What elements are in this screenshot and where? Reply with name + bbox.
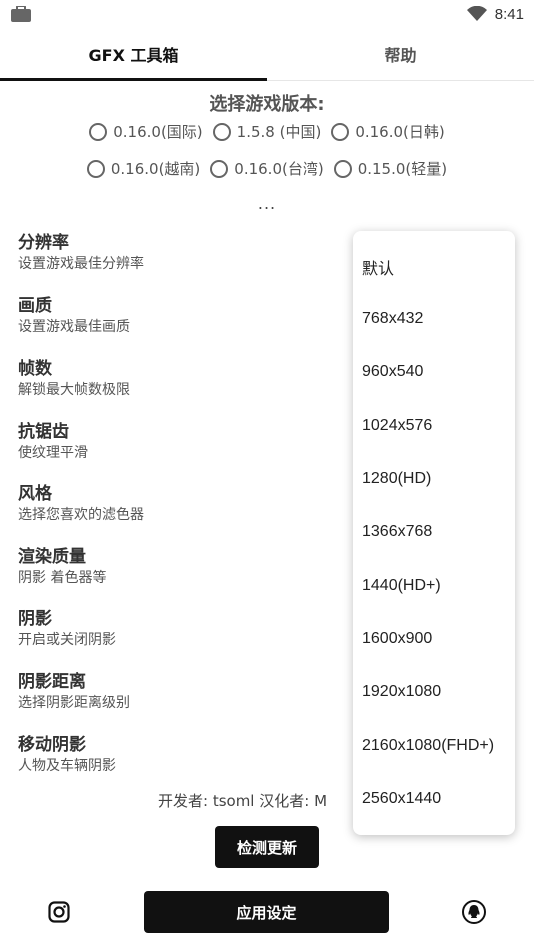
instagram-icon[interactable] xyxy=(48,901,70,923)
check-update-button[interactable]: 检测更新 xyxy=(215,826,319,868)
resolution-option-1366x768[interactable]: 1366x768 xyxy=(362,523,432,541)
radio-circle-icon xyxy=(212,122,231,141)
setting-desc: 设置游戏最佳画质 xyxy=(18,319,130,335)
version-option-taiwan[interactable]: 0.16.0(台湾) xyxy=(210,158,324,179)
setting-title: 移动阴影 xyxy=(18,735,86,755)
resolution-option-1440-hd-plus[interactable]: 1440(HD+) xyxy=(362,577,441,595)
version-option-global[interactable]: 0.16.0(国际) xyxy=(89,121,203,142)
setting-title: 抗锯齿 xyxy=(18,422,69,442)
setting-desc: 使纹理平滑 xyxy=(18,445,88,461)
version-radio-row-1: 0.16.0(国际) 1.5.8 (中国) 0.16.0(日韩) xyxy=(0,121,534,142)
setting-desc: 选择阴影距离级别 xyxy=(18,695,130,711)
resolution-option-960x540[interactable]: 960x540 xyxy=(362,363,423,381)
setting-desc: 人物及车辆阴影 xyxy=(18,758,116,774)
radio-circle-icon xyxy=(333,159,352,178)
briefcase-icon xyxy=(11,6,31,22)
resolution-option-2160x1080-fhd-plus[interactable]: 2160x1080(FHD+) xyxy=(362,737,494,755)
resolution-option-768x432[interactable]: 768x432 xyxy=(362,310,423,328)
setting-desc: 开启或关闭阴影 xyxy=(18,632,116,648)
setting-shadows[interactable]: 阴影 开启或关闭阴影 xyxy=(18,608,348,650)
wifi-icon xyxy=(466,6,487,21)
setting-title: 画质 xyxy=(18,296,52,316)
resolution-option-2560x1440[interactable]: 2560x1440 xyxy=(362,790,441,808)
setting-antialiasing[interactable]: 抗锯齿 使纹理平滑 xyxy=(18,421,348,463)
setting-title: 渲染质量 xyxy=(18,547,86,567)
setting-title: 分辨率 xyxy=(18,233,69,253)
resolution-option-1920x1080[interactable]: 1920x1080 xyxy=(362,683,441,701)
setting-title: 风格 xyxy=(18,484,52,504)
radio-circle-icon xyxy=(89,122,108,141)
version-option-japan-korea[interactable]: 0.16.0(日韩) xyxy=(331,121,445,142)
qq-icon[interactable] xyxy=(462,900,486,924)
resolution-option-default[interactable]: 默认 xyxy=(362,255,394,279)
setting-moving-shadows[interactable]: 移动阴影 人物及车辆阴影 xyxy=(18,734,348,776)
version-option-vietnam[interactable]: 0.16.0(越南) xyxy=(86,158,200,179)
setting-fps[interactable]: 帧数 解锁最大帧数极限 xyxy=(18,358,348,400)
version-radio-row-2: 0.16.0(越南) 0.16.0(台湾) 0.15.0(轻量) xyxy=(0,158,534,179)
radio-circle-icon xyxy=(210,159,229,178)
setting-resolution[interactable]: 分辨率 设置游戏最佳分辨率 xyxy=(18,232,348,274)
setting-desc: 选择您喜欢的滤色器 xyxy=(18,507,144,523)
setting-title: 帧数 xyxy=(18,359,52,379)
setting-shadow-distance[interactable]: 阴影距离 选择阴影距离级别 xyxy=(18,671,348,713)
version-option-lite[interactable]: 0.15.0(轻量) xyxy=(333,158,447,179)
setting-render-quality[interactable]: 渲染质量 阴影 着色器等 xyxy=(18,546,348,588)
setting-style[interactable]: 风格 选择您喜欢的滤色器 xyxy=(18,483,348,525)
resolution-dropdown-menu: 默认 768x432 960x540 1024x576 1280(HD) 136… xyxy=(353,231,515,835)
tab-gfx-toolbox[interactable]: GFX 工具箱 xyxy=(0,28,267,80)
setting-title: 阴影 xyxy=(18,609,52,629)
tab-help[interactable]: 帮助 xyxy=(267,28,534,80)
setting-graphics[interactable]: 画质 设置游戏最佳画质 xyxy=(18,295,348,337)
tab-indicator xyxy=(0,78,267,81)
setting-desc: 解锁最大帧数极限 xyxy=(18,382,130,398)
apply-settings-button[interactable]: 应用设定 xyxy=(144,891,389,933)
setting-desc: 设置游戏最佳分辨率 xyxy=(18,256,144,272)
more-options-button[interactable]: ... xyxy=(0,194,534,213)
setting-title: 阴影距离 xyxy=(18,672,86,692)
status-time: 8:41 xyxy=(494,5,524,23)
version-section-title: 选择游戏版本: xyxy=(209,94,325,115)
resolution-option-1024x576[interactable]: 1024x576 xyxy=(362,417,432,435)
resolution-option-1280-hd[interactable]: 1280(HD) xyxy=(362,470,431,488)
radio-circle-icon xyxy=(86,159,105,178)
bottom-bar: 应用设定 xyxy=(0,875,534,949)
setting-desc: 阴影 着色器等 xyxy=(18,570,107,586)
resolution-option-1600x900[interactable]: 1600x900 xyxy=(362,630,432,648)
version-option-china[interactable]: 1.5.8 (中国) xyxy=(212,121,321,142)
radio-circle-icon xyxy=(331,122,350,141)
credits-text: 开发者: tsoml 汉化者: M xyxy=(158,792,328,810)
status-bar: 8:41 xyxy=(0,0,534,28)
tab-bar: GFX 工具箱 帮助 xyxy=(0,28,534,81)
